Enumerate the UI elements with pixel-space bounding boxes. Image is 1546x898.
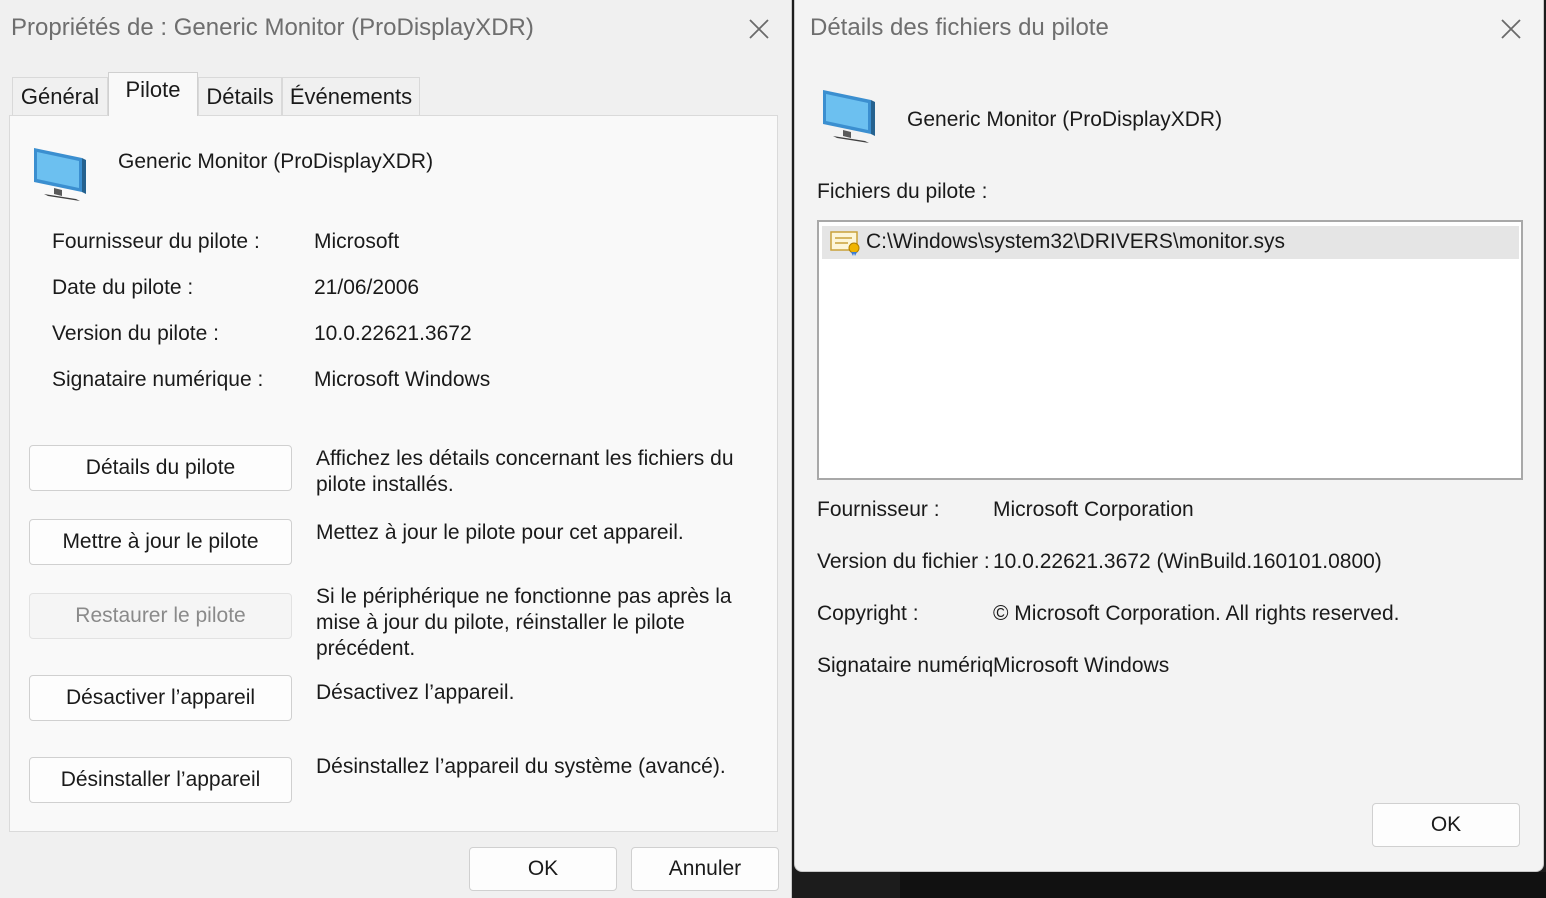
file-path: C:\Windows\system32\DRIVERS\monitor.sys (866, 230, 1285, 253)
rollback-driver-description: Si le périphérique ne fonctionne pas apr… (316, 585, 732, 660)
file-version-value: 10.0.22621.3672 (WinBuild.160101.0800) (993, 550, 1382, 573)
driver-details-button[interactable]: Détails du pilote (29, 445, 292, 491)
version-value: 10.0.22621.3672 (314, 322, 472, 345)
signer-label: Signataire numériq (817, 654, 994, 677)
update-driver-button[interactable]: Mettre à jour le pilote (29, 519, 292, 565)
uninstall-device-description: Désinstallez l’appareil du système (avan… (316, 755, 726, 778)
provider-value: Microsoft Corporation (993, 498, 1194, 521)
dialog-title: Détails des fichiers du pilote (810, 14, 1109, 41)
certificate-file-icon (830, 230, 862, 261)
signer-label: Signataire numérique : (52, 368, 264, 391)
date-value: 21/06/2006 (314, 276, 420, 299)
cancel-button[interactable]: Annuler (631, 847, 779, 891)
update-driver-description: Mettez à jour le pilote pour cet apparei… (316, 521, 684, 544)
copyright-value: © Microsoft Corporation. All rights rese… (993, 602, 1400, 625)
driver-tab-panel: Generic Monitor (ProDisplayXDR) Fourniss… (9, 115, 778, 832)
desktop-background (900, 872, 1546, 898)
ok-button[interactable]: OK (1372, 803, 1520, 847)
version-label: Version du pilote : (52, 322, 219, 345)
tab-evenements[interactable]: Événements (282, 77, 420, 115)
provider-value: Microsoft (314, 230, 400, 253)
file-version-label: Version du fichier : (817, 550, 990, 573)
driver-file-details-dialog: Détails des fichiers du pilote Generic M… (794, 0, 1544, 872)
device-name: Generic Monitor (ProDisplayXDR) (907, 108, 1223, 131)
signer-value: Microsoft Windows (314, 368, 491, 391)
rollback-driver-button[interactable]: Restaurer le pilote (29, 593, 292, 639)
driver-files-list[interactable]: C:\Windows\system32\DRIVERS\monitor.sys (817, 220, 1523, 480)
tab-details[interactable]: Détails (198, 77, 282, 115)
disable-device-description: Désactivez l’appareil. (316, 681, 515, 704)
close-icon[interactable] (1497, 15, 1525, 43)
provider-label: Fournisseur : (817, 498, 940, 521)
device-name: Generic Monitor (ProDisplayXDR) (118, 150, 434, 173)
tab-pilote[interactable]: Pilote (108, 72, 198, 116)
device-properties-dialog: Propriétés de : Generic Monitor (ProDisp… (0, 0, 792, 898)
close-icon[interactable] (745, 15, 773, 43)
uninstall-device-button[interactable]: Désinstaller l’appareil (29, 757, 292, 803)
provider-label: Fournisseur du pilote : (52, 230, 260, 253)
disable-device-button[interactable]: Désactiver l’appareil (29, 675, 292, 721)
files-label: Fichiers du pilote : (817, 180, 988, 203)
driver-details-description: Affichez les détails concernant les fich… (316, 447, 734, 496)
dialog-title: Propriétés de : Generic Monitor (ProDisp… (11, 14, 534, 41)
tab-general[interactable]: Général (12, 77, 108, 115)
list-item[interactable]: C:\Windows\system32\DRIVERS\monitor.sys (822, 226, 1519, 259)
date-label: Date du pilote : (52, 276, 194, 299)
monitor-icon (821, 86, 877, 144)
ok-button[interactable]: OK (469, 847, 617, 891)
monitor-icon (32, 144, 88, 202)
signer-value: Microsoft Windows (993, 654, 1170, 677)
copyright-label: Copyright : (817, 602, 919, 625)
